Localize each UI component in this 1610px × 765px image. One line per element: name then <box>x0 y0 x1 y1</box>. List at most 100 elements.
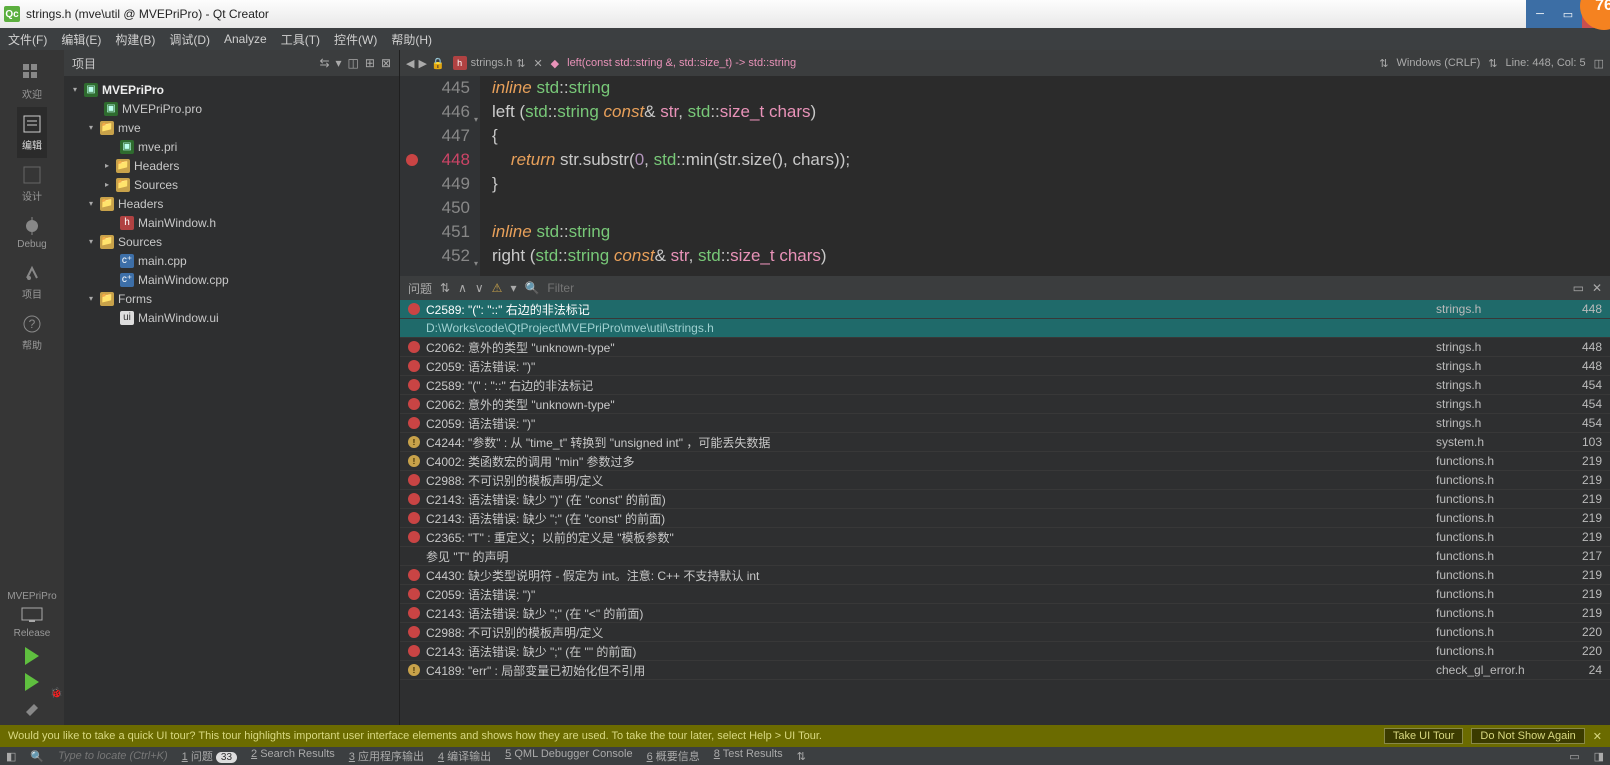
tree-item[interactable]: ▾📁Headers <box>64 194 399 213</box>
line-gutter[interactable]: 445446▾447448449450451452▾ <box>400 76 480 276</box>
prev-issue-icon[interactable]: ∧ <box>458 281 467 295</box>
sidebar-title[interactable]: 项目 <box>72 55 96 72</box>
issue-row[interactable]: C2988: 不可识别的模板声明/定义functions.h219 <box>400 471 1610 490</box>
issue-row[interactable]: 参见 "T" 的声明functions.h217 <box>400 547 1610 566</box>
menu-item[interactable]: Analyze <box>224 32 267 46</box>
filter-input[interactable] <box>547 281 1564 295</box>
tree-item[interactable]: ▾📁Sources <box>64 232 399 251</box>
issue-row[interactable]: C2143: 语法错误: 缺少 ";" (在 "" 的前面)functions.… <box>400 642 1610 661</box>
issue-row[interactable]: C2062: 意外的类型 "unknown-type"strings.h454 <box>400 395 1610 414</box>
run-button[interactable] <box>7 643 56 669</box>
issues-title[interactable]: 问题 <box>408 280 432 297</box>
encoding-selector[interactable]: Windows (CRLF) <box>1397 57 1481 69</box>
expand-icon[interactable]: ▾ <box>86 237 96 246</box>
mode-编辑[interactable]: 编辑 <box>17 107 46 158</box>
issue-row[interactable]: C2062: 意外的类型 "unknown-type"strings.h448 <box>400 338 1610 357</box>
cursor-position[interactable]: Line: 448, Col: 5 <box>1505 57 1585 69</box>
code-area[interactable]: inline std::stringleft (std::string cons… <box>480 76 1610 276</box>
close-pane-icon[interactable]: ⊠ <box>381 56 391 70</box>
close-pane-icon[interactable]: ✕ <box>1592 281 1602 295</box>
output-pane-tab[interactable]: 8 Test Results <box>714 748 783 764</box>
open-file-selector[interactable]: h strings.h ⇅ <box>453 56 526 70</box>
tree-item[interactable]: ▸📁Headers <box>64 156 399 175</box>
mode-设计[interactable]: 设计 <box>17 158 46 209</box>
issue-row[interactable]: C2589: "(": "::" 右边的非法标记strings.h448 <box>400 300 1610 319</box>
issues-list[interactable]: C2589: "(": "::" 右边的非法标记strings.h448D:\W… <box>400 300 1610 725</box>
mode-欢迎[interactable]: 欢迎 <box>17 56 46 107</box>
issue-row[interactable]: C2143: 语法错误: 缺少 ";" (在 "<" 的前面)functions… <box>400 604 1610 623</box>
output-pane-tab[interactable]: 5 QML Debugger Console <box>505 748 632 764</box>
split-editor-icon[interactable]: ◫ <box>1594 57 1604 70</box>
issue-row[interactable]: C2589: "(" : "::" 右边的非法标记strings.h454 <box>400 376 1610 395</box>
warning-filter-icon[interactable]: ⚠ <box>492 281 503 295</box>
issue-row[interactable]: C2143: 语法错误: 缺少 ";" (在 "const" 的前面)funct… <box>400 509 1610 528</box>
issue-path[interactable]: D:\Works\code\QtProject\MVEPriPro\mve\ut… <box>400 319 1610 338</box>
locator-input[interactable]: Type to locate (Ctrl+K) <box>58 750 168 762</box>
issue-row[interactable]: C4430: 缺少类型说明符 - 假定为 int。注意: C++ 不支持默认 i… <box>400 566 1610 585</box>
output-pane-tab[interactable]: 1 问题 33 <box>182 748 237 764</box>
mode-帮助[interactable]: ?帮助 <box>17 307 46 358</box>
issue-row[interactable]: C4002: 类函数宏的调用 "min" 参数过多functions.h219 <box>400 452 1610 471</box>
code-editor[interactable]: 445446▾447448449450451452▾ inline std::s… <box>400 76 1610 276</box>
next-issue-icon[interactable]: ∨ <box>475 281 484 295</box>
nav-back-icon[interactable]: ◀ <box>406 57 414 70</box>
tree-item[interactable]: c⁺main.cpp <box>64 251 399 270</box>
kit-selector[interactable]: MVEPriPro Release <box>7 587 56 643</box>
issue-row[interactable]: C2143: 语法错误: 缺少 ")" (在 "const" 的前面)funct… <box>400 490 1610 509</box>
tree-item[interactable]: c⁺MainWindow.cpp <box>64 270 399 289</box>
issue-row[interactable]: C2988: 不可识别的模板声明/定义functions.h220 <box>400 623 1610 642</box>
expand-icon[interactable]: ▾ <box>86 294 96 303</box>
build-button[interactable] <box>7 695 56 725</box>
issue-row[interactable]: C4189: "err" : 局部变量已初始化但不引用check_gl_erro… <box>400 661 1610 680</box>
run-debug-button[interactable]: 🐞 <box>7 669 56 695</box>
tree-item[interactable]: ▣mve.pri <box>64 137 399 156</box>
close-document-icon[interactable]: ✕ <box>533 57 542 70</box>
mode-项目[interactable]: 项目 <box>17 256 46 307</box>
filter-icon[interactable]: ▾ <box>336 56 342 70</box>
take-tour-button[interactable]: Take UI Tour <box>1384 728 1464 744</box>
output-pane-tab[interactable]: 4 编译输出 <box>438 748 491 764</box>
issue-row[interactable]: C2059: 语法错误: ")"strings.h448 <box>400 357 1610 376</box>
tree-item[interactable]: ▸📁Sources <box>64 175 399 194</box>
issue-row[interactable]: C4244: "参数" : 从 "time_t" 转换到 "unsigned i… <box>400 433 1610 452</box>
expand-icon[interactable]: ▾ <box>86 123 96 132</box>
tree-item[interactable]: ▾📁mve <box>64 118 399 137</box>
tree-item[interactable]: ▣MVEPriPro.pro <box>64 99 399 118</box>
output-pane-tab[interactable]: 2 Search Results <box>251 748 335 764</box>
mode-Debug[interactable]: Debug <box>17 209 46 256</box>
menu-item[interactable]: 调试(D) <box>169 31 210 48</box>
minimize-button[interactable]: ─ <box>1526 0 1554 28</box>
filter-icon[interactable]: ▾ <box>510 281 516 295</box>
split-icon[interactable]: ◫ <box>348 56 359 70</box>
expand-icon[interactable]: ▾ <box>86 199 96 208</box>
add-icon[interactable]: ⊞ <box>365 56 375 70</box>
tree-item[interactable]: ▾📁Forms <box>64 289 399 308</box>
toggle-right-sidebar-icon[interactable]: ◨ <box>1594 750 1604 763</box>
symbol-selector[interactable]: left(const std::string &, std::size_t) -… <box>567 57 796 69</box>
project-tree[interactable]: ▾▣MVEPriPro▣MVEPriPro.pro▾📁mve▣mve.pri▸📁… <box>64 76 399 725</box>
issue-row[interactable]: C2365: "T" : 重定义；以前的定义是 "模板参数"functions.… <box>400 528 1610 547</box>
expand-icon[interactable]: ▸ <box>102 180 112 189</box>
maximize-button[interactable]: ▭ <box>1554 0 1582 28</box>
minimize-pane-icon[interactable]: ▭ <box>1573 281 1584 295</box>
progress-icon[interactable]: ▭ <box>1569 750 1579 763</box>
menu-item[interactable]: 编辑(E) <box>61 31 101 48</box>
menu-item[interactable]: 帮助(H) <box>391 31 432 48</box>
dismiss-tour-button[interactable]: Do Not Show Again <box>1471 728 1584 744</box>
sync-icon[interactable]: ⇆ <box>319 56 329 70</box>
expand-icon[interactable]: ▾ <box>70 85 80 94</box>
nav-fwd-icon[interactable]: ▶ <box>418 57 426 70</box>
tree-item[interactable]: hMainWindow.h <box>64 213 399 232</box>
tree-item[interactable]: uiMainWindow.ui <box>64 308 399 327</box>
output-pane-tab[interactable]: 3 应用程序输出 <box>349 748 424 764</box>
expand-icon[interactable]: ▸ <box>102 161 112 170</box>
lock-icon[interactable]: 🔒 <box>431 57 445 70</box>
output-pane-tab[interactable]: 6 概要信息 <box>647 748 700 764</box>
menu-item[interactable]: 工具(T) <box>281 31 320 48</box>
toggle-sidebar-icon[interactable]: ◧ <box>6 750 16 763</box>
menu-item[interactable]: 文件(F) <box>8 31 47 48</box>
issue-row[interactable]: C2059: 语法错误: ")"strings.h454 <box>400 414 1610 433</box>
menu-item[interactable]: 控件(W) <box>334 31 377 48</box>
close-banner-icon[interactable]: ✕ <box>1593 730 1602 743</box>
tree-item[interactable]: ▾▣MVEPriPro <box>64 80 399 99</box>
